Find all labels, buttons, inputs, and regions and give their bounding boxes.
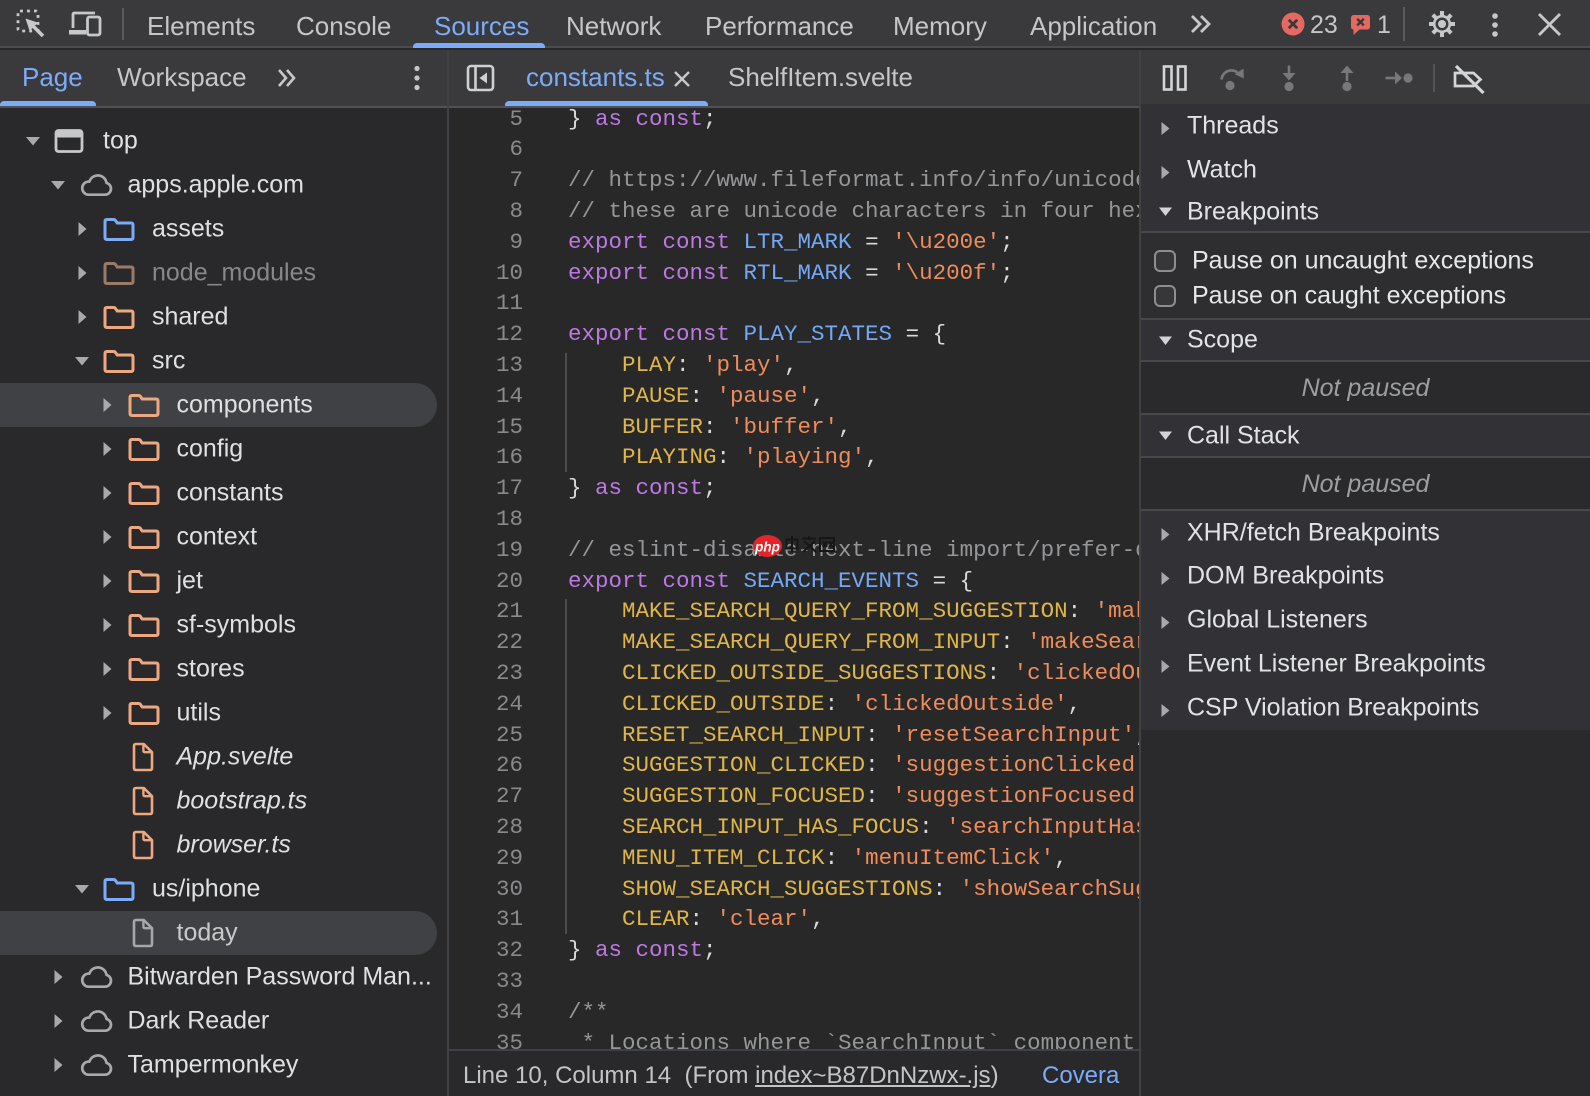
svg-text:php: php [754,540,780,555]
